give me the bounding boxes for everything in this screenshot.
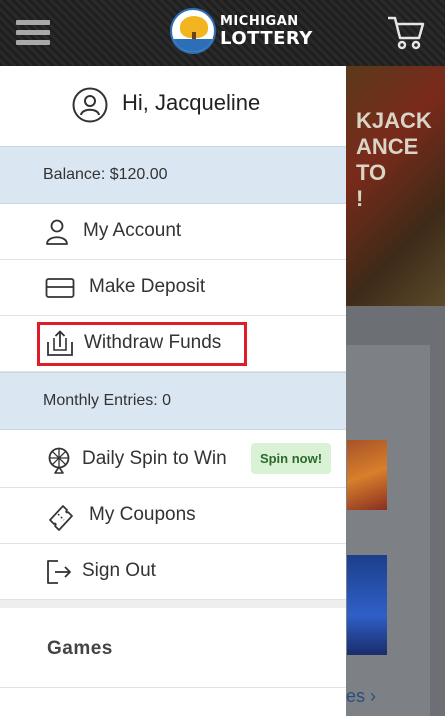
balance-text: Balance: $120.00 [43, 166, 168, 183]
menu-item-label: My Coupons [89, 504, 196, 525]
credit-card-icon [45, 274, 75, 302]
avatar-icon [72, 87, 108, 123]
user-icon [43, 218, 71, 246]
background-game-thumbnail [347, 440, 387, 510]
section-divider [0, 600, 346, 608]
hamburger-menu-icon[interactable] [16, 20, 50, 46]
logo-tree-emblem [170, 8, 216, 54]
section-heading-games[interactable]: Games [47, 638, 113, 660]
divider [0, 687, 346, 688]
menu-item-label: My Account [83, 220, 182, 241]
menu-item-my-coupons[interactable]: My Coupons [0, 488, 346, 544]
greeting-header: Hi, Jacqueline [0, 66, 346, 146]
logo-text-michigan: MICHIGAN [220, 14, 299, 29]
menu-item-label: Sign Out [82, 560, 156, 581]
highlight-box [37, 322, 247, 366]
menu-item-daily-spin[interactable]: Daily Spin to Win Spin now! [0, 432, 346, 488]
shopping-cart-icon[interactable] [385, 12, 427, 52]
side-drawer-menu: Hi, Jacqueline Balance: $120.00 My Accou… [0, 66, 346, 716]
background-link: es › [346, 686, 377, 706]
monthly-entries-text: Monthly Entries: 0 [43, 392, 172, 409]
top-bar: MICHIGAN LOTTERY [0, 0, 445, 66]
logo-text-lottery: LOTTERY [220, 28, 313, 49]
background-card [346, 345, 430, 716]
background-game-thumbnail [347, 555, 387, 655]
menu-item-label: Make Deposit [89, 276, 206, 297]
balance-band: Balance: $120.00 [0, 146, 346, 204]
menu-item-my-account[interactable]: My Account [0, 204, 346, 260]
monthly-entries-band: Monthly Entries: 0 [0, 372, 346, 430]
sign-out-icon [45, 558, 73, 586]
background-promo-text: KJACK ANCE TO ! [356, 108, 432, 211]
ticket-icon [46, 502, 74, 531]
menu-item-label: Daily Spin to Win [82, 448, 227, 469]
menu-item-make-deposit[interactable]: Make Deposit [0, 260, 346, 316]
greeting-text: Hi, Jacqueline [122, 90, 261, 115]
menu-item-sign-out[interactable]: Sign Out [0, 544, 346, 600]
wheel-icon [45, 446, 73, 474]
michigan-lottery-logo[interactable]: MICHIGAN LOTTERY [170, 8, 312, 58]
spin-now-badge[interactable]: Spin now! [251, 443, 331, 474]
